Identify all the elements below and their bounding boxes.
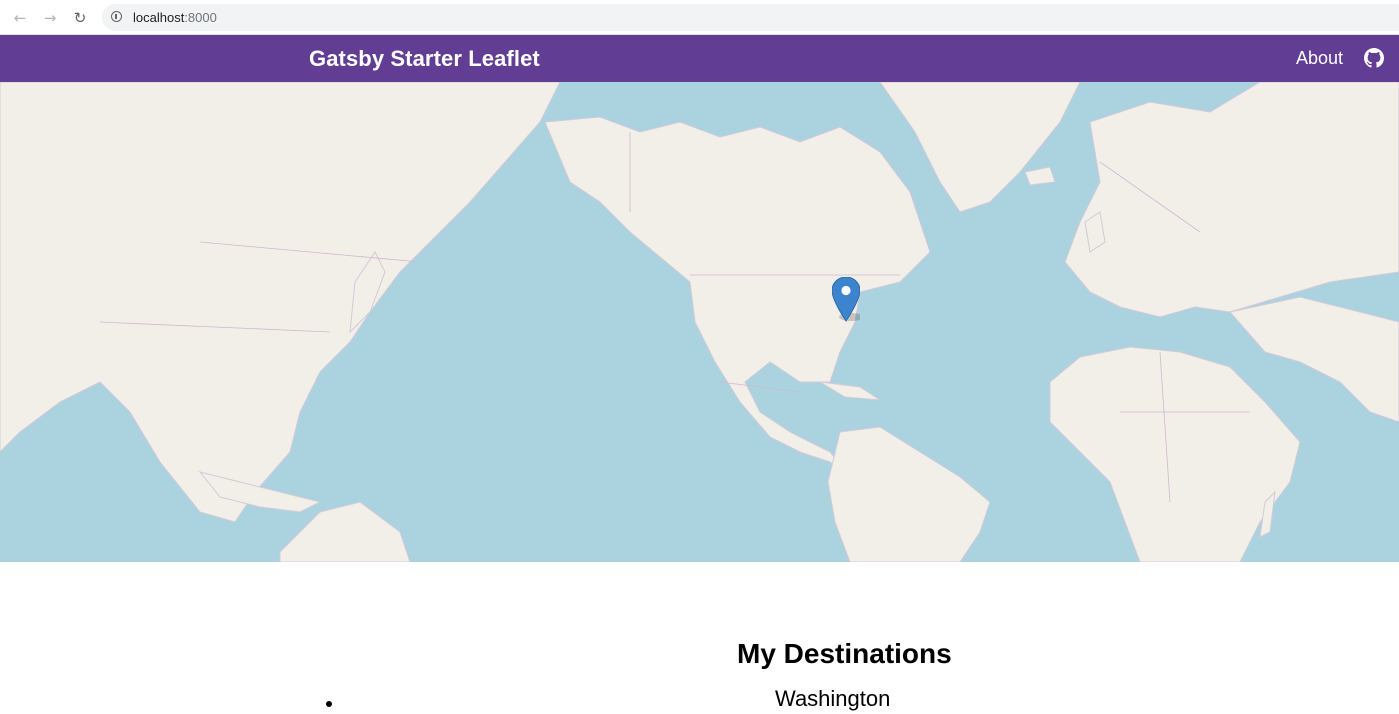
list-bullet <box>326 701 332 707</box>
forward-button[interactable]: → <box>39 7 61 29</box>
map-tiles <box>0 82 1399 562</box>
reload-button[interactable]: ↻ <box>69 7 91 29</box>
site-title[interactable]: Gatsby Starter Leaflet <box>309 46 540 72</box>
site-header: Gatsby Starter Leaflet About <box>0 35 1399 82</box>
land-south-america <box>827 426 991 562</box>
about-link[interactable]: About <box>1296 48 1343 69</box>
url-port: :8000 <box>184 10 217 25</box>
address-bar[interactable]: localhost:8000 <box>102 4 1399 31</box>
destinations-heading: My Destinations <box>737 638 952 669</box>
land-cuba <box>819 381 881 401</box>
map-marker-icon[interactable] <box>832 277 860 323</box>
info-icon[interactable] <box>111 11 122 22</box>
back-button[interactable]: ← <box>9 7 31 29</box>
browser-toolbar: ← → ↻ localhost:8000 <box>0 0 1399 35</box>
land-north-america <box>544 116 931 478</box>
arrow-right-icon: → <box>43 9 57 27</box>
github-icon[interactable] <box>1364 48 1384 68</box>
destinations-section: My Destinations Washington <box>0 562 1399 714</box>
url-text: localhost:8000 <box>133 10 217 25</box>
reload-icon: ↻ <box>73 9 87 27</box>
url-host: localhost <box>133 10 185 25</box>
world-map[interactable] <box>0 82 1399 562</box>
land-asia-west <box>0 82 561 523</box>
land-europe <box>1064 82 1399 318</box>
land-iceland <box>1024 166 1056 186</box>
list-item: Washington <box>775 686 891 711</box>
arrow-left-icon: ← <box>13 9 27 27</box>
